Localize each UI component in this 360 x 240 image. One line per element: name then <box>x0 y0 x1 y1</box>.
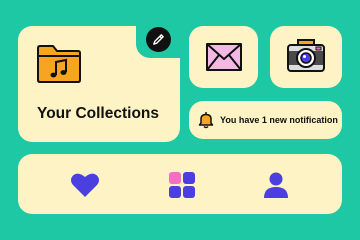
envelope-icon <box>205 42 243 72</box>
notification-card[interactable]: You have 1 new notification <box>189 101 342 139</box>
camera-icon <box>286 38 326 74</box>
heart-icon <box>71 173 99 197</box>
tab-bar <box>18 154 342 214</box>
tab-apps[interactable] <box>167 170 197 200</box>
notification-text: You have 1 new notification <box>220 115 338 125</box>
tab-profile[interactable] <box>261 170 291 200</box>
bell-icon <box>198 111 214 129</box>
camera-card[interactable] <box>270 26 342 88</box>
tab-favorites[interactable] <box>70 170 100 200</box>
edit-button[interactable] <box>146 27 171 52</box>
collections-title: Your Collections <box>37 105 160 122</box>
music-folder-icon <box>36 44 82 89</box>
user-icon <box>264 172 288 198</box>
mail-card[interactable] <box>189 26 258 88</box>
grid-icon <box>169 172 195 198</box>
pencil-icon <box>153 34 164 45</box>
